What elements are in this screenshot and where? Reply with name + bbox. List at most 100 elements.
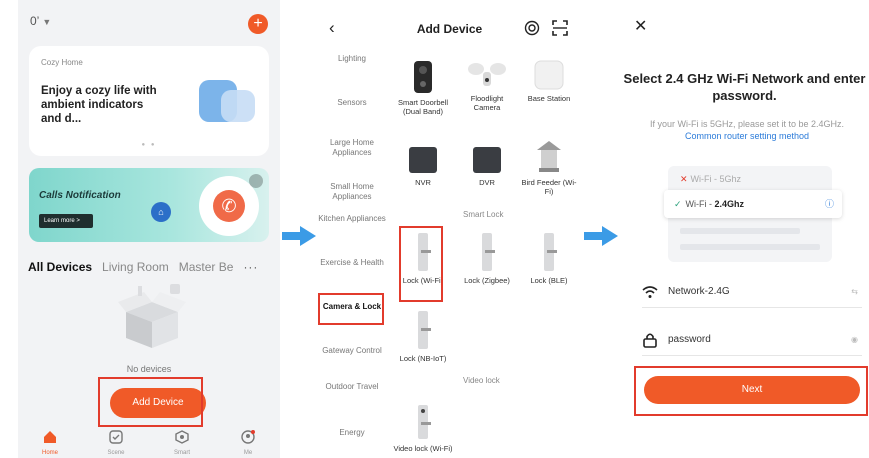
category-outdoor[interactable]: Outdoor Travel xyxy=(317,382,387,392)
arrow-right-icon xyxy=(584,226,618,246)
device-video-lock[interactable]: Video lock (Wi-Fi) xyxy=(393,404,453,453)
add-device-screen: ‹ Add Device Lighting Sensors Large Home… xyxy=(317,0,582,458)
bottom-nav: Home Scene Smart Me xyxy=(18,430,280,458)
device-label: Lock (NB-IoT) xyxy=(399,354,447,363)
device-label: Floodlight Camera xyxy=(470,94,504,112)
banner-headline: Enjoy a cozy life with ambient indicator… xyxy=(41,85,157,125)
cozy-home-banner[interactable]: Cozy Home Enjoy a cozy life with ambient… xyxy=(29,46,269,156)
device-lock-zigbee[interactable]: Lock (Zigbee) xyxy=(457,232,517,285)
add-icon[interactable]: + xyxy=(248,14,268,34)
placeholder-bar xyxy=(680,244,820,250)
category-lighting[interactable]: Lighting xyxy=(317,54,387,64)
wifi-icon xyxy=(642,286,658,298)
wifi-5g-label: Wi-Fi - 5Ghz xyxy=(690,174,742,184)
nav-me[interactable]: Me xyxy=(228,430,268,456)
page-title: Add Device xyxy=(416,22,483,36)
lock-icon xyxy=(643,333,657,348)
tab-all-devices[interactable]: All Devices xyxy=(28,260,92,274)
eye-icon[interactable]: ◉ xyxy=(851,335,858,344)
smart-icon xyxy=(175,430,189,444)
category-gateway[interactable]: Gateway Control xyxy=(317,346,387,356)
highlight-box xyxy=(98,377,203,427)
learn-more-button[interactable]: Learn more > xyxy=(39,214,93,228)
more-tabs-icon[interactable]: ··· xyxy=(243,260,258,274)
router-method-link[interactable]: Common router setting method xyxy=(685,131,809,141)
wifi-hint: If your Wi-Fi is 5GHz, please set it to … xyxy=(642,118,852,142)
video-lock-icon xyxy=(418,405,431,439)
close-icon[interactable]: ✕ xyxy=(634,16,647,36)
device-label: Base Station xyxy=(527,94,571,103)
highlight-box xyxy=(318,293,384,325)
device-label: DVR xyxy=(479,178,495,187)
category-small-appliances[interactable]: Small Home Appliances xyxy=(317,182,387,202)
scene-icon xyxy=(109,430,123,444)
nav-label: Me xyxy=(243,450,253,456)
qr-scan-icon[interactable] xyxy=(552,20,568,36)
page-title: Select 2.4 GHz Wi-Fi Network and enter p… xyxy=(623,71,866,103)
calls-notification-banner[interactable]: Calls Notification Learn more > ⌂ ✆ xyxy=(29,168,269,242)
device-label: Video lock (Wi-Fi) xyxy=(393,444,453,453)
tab-living-room[interactable]: Living Room xyxy=(102,260,169,274)
device-nvr[interactable]: NVR xyxy=(393,146,453,187)
nvr-icon xyxy=(409,147,437,173)
wifi-ssid-field[interactable]: Network-2.4G ⇆ xyxy=(642,278,862,308)
highlight-box xyxy=(634,366,868,416)
info-icon: ⓘ xyxy=(824,199,834,209)
section-video-lock: Video lock xyxy=(463,376,500,385)
section-smart-lock: Smart Lock xyxy=(463,210,504,219)
device-label: Smart Doorbell (Dual Band) xyxy=(397,98,449,116)
carousel-dots: ● ● xyxy=(141,142,157,148)
device-label: NVR xyxy=(415,178,431,187)
home-icon xyxy=(44,431,56,443)
device-label: Lock (BLE) xyxy=(530,276,568,285)
category-energy[interactable]: Energy xyxy=(317,428,387,438)
chevron-down-icon: ▼ xyxy=(42,17,52,27)
nav-smart[interactable]: Smart xyxy=(162,430,202,456)
category-kitchen[interactable]: Kitchen Appliances xyxy=(317,214,387,224)
password-value: password xyxy=(668,334,711,345)
category-large-appliances[interactable]: Large Home Appliances xyxy=(317,138,387,158)
device-smart-doorbell[interactable]: Smart Doorbell (Dual Band) xyxy=(393,60,453,116)
placeholder-bar xyxy=(680,228,800,234)
device-bird-feeder[interactable]: Bird Feeder (Wi-Fi) xyxy=(519,140,579,196)
device-dvr[interactable]: DVR xyxy=(457,146,517,187)
home-selector[interactable]: 0’ ▼ xyxy=(30,14,51,28)
calls-title: Calls Notification xyxy=(39,190,121,201)
empty-box-icon xyxy=(118,284,186,348)
user-icon xyxy=(241,430,255,444)
hint-text: If your Wi-Fi is 5GHz, please set it to … xyxy=(649,119,845,129)
banner-label: Cozy Home xyxy=(41,58,83,67)
nav-scene[interactable]: Scene xyxy=(96,430,136,456)
device-floodlight-camera[interactable]: Floodlight Camera xyxy=(457,60,517,112)
wifi-24g-row: ✓ Wi-Fi - 2.4Ghz ⓘ xyxy=(664,190,842,218)
check-icon: ✓ xyxy=(674,199,682,209)
device-label: Bird Feeder (Wi-Fi) xyxy=(521,178,577,196)
nav-label: Home xyxy=(41,450,58,456)
room-tabs: All Devices Living Room Master Be ··· xyxy=(28,260,268,274)
cross-icon: ✕ xyxy=(680,174,688,184)
tab-master-bedroom[interactable]: Master Be xyxy=(179,260,234,274)
lock-icon xyxy=(482,233,495,271)
ssid-value: Network-2.4G xyxy=(668,286,730,297)
wifi-password-field[interactable]: password ◉ xyxy=(642,326,862,356)
nav-home[interactable]: Home xyxy=(30,430,70,456)
wifi-24g-prefix: Wi-Fi - xyxy=(685,199,715,209)
category-sensors[interactable]: Sensors xyxy=(317,98,387,108)
switch-network-icon[interactable]: ⇆ xyxy=(851,287,858,296)
arrow-right-icon xyxy=(282,226,316,246)
doorbell-icon xyxy=(414,61,432,93)
cozy-illustration-icon xyxy=(199,76,255,124)
scan-icon[interactable] xyxy=(524,20,540,36)
floodlight-camera-icon xyxy=(468,63,506,86)
category-exercise-health[interactable]: Exercise & Health xyxy=(317,258,387,268)
device-lock-nb-iot[interactable]: Lock (NB-IoT) xyxy=(393,310,453,363)
lock-icon xyxy=(418,311,431,349)
close-icon[interactable] xyxy=(249,174,263,188)
device-base-station[interactable]: Base Station xyxy=(519,60,579,103)
shield-icon: ⌂ xyxy=(151,202,171,222)
wifi-illustration: ✕ Wi-Fi - 5Ghz ✓ Wi-Fi - 2.4Ghz ⓘ xyxy=(664,166,842,262)
bird-feeder-icon xyxy=(537,141,561,172)
wifi-24g-band: 2.4Ghz xyxy=(714,199,745,209)
empty-state-text: No devices xyxy=(126,364,172,374)
device-lock-ble[interactable]: Lock (BLE) xyxy=(519,232,579,285)
